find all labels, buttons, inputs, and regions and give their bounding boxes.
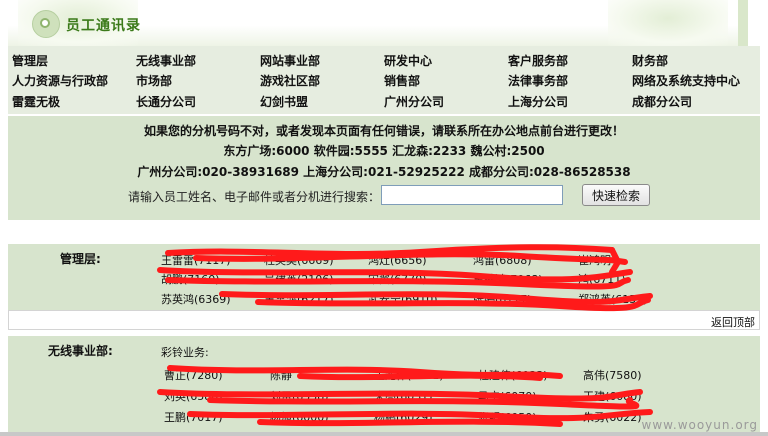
employee-directory-page: 员工通讯录 管理层 无线事业部 网站事业部 研发中心 客户服务部 财务部 人力资…	[0, 0, 768, 436]
employee-entry[interactable]: 崔鸿明	[578, 252, 611, 268]
dept-link[interactable]: 销售部	[384, 72, 420, 89]
employee-entry[interactable]: 王雷鸿(6217)	[264, 291, 334, 307]
employee-entry[interactable]: 王鹏(7017)	[164, 409, 223, 425]
dept-link[interactable]: 财务部	[632, 52, 668, 69]
employee-entry[interactable]: 高伟(7580)	[583, 367, 642, 383]
dept-link[interactable]: 市场部	[136, 72, 172, 89]
dept-link[interactable]: 雷霆无极	[12, 93, 60, 110]
dept-link[interactable]: 游戏社区部	[260, 72, 320, 89]
section-label: 无线事业部:	[48, 344, 113, 358]
employee-entry[interactable]: 杨旭(6000)	[270, 409, 329, 425]
employee-entry[interactable]: 刘英(6580)	[164, 388, 223, 404]
info-panel: 如果您的分机号码不对，或者发现本页面有任何错误，请联系所在办公地点前台进行更改！…	[8, 116, 760, 220]
employee-entry[interactable]: 杜建伟(6033)	[478, 367, 548, 383]
quick-search-button[interactable]: 快速检索	[582, 184, 650, 206]
employee-entry[interactable]: 张婷(6177)	[473, 291, 532, 307]
employee-entry[interactable]: 王雷雷(7117)	[161, 252, 231, 268]
back-to-top-link[interactable]: 返回顶部	[711, 314, 755, 330]
header-banner: 员工通讯录	[8, 0, 748, 46]
employee-entry[interactable]: 杜英奕(6669)	[264, 252, 334, 268]
employee-entry[interactable]: 鸿雷(6808)	[473, 252, 532, 268]
leaf-decoration	[608, 0, 728, 46]
department-nav: 管理层 无线事业部 网站事业部 研发中心 客户服务部 财务部 人力资源与行政部 …	[8, 46, 760, 114]
subgroup-label: 彩铃业务:	[161, 346, 209, 359]
employee-entry[interactable]: 王龙伟(7281)	[374, 367, 444, 383]
dept-link[interactable]: 网站事业部	[260, 52, 320, 69]
dept-link[interactable]: 上海分公司	[508, 93, 568, 110]
employee-entry[interactable]: 胡鹏(7160)	[161, 271, 220, 287]
dept-link[interactable]: 幻剑书盟	[260, 93, 308, 110]
banner-edge	[738, 0, 748, 46]
employee-entry[interactable]: 王鹏鸿(7068)	[473, 271, 543, 287]
dept-link[interactable]: 法律事务部	[508, 72, 568, 89]
employee-entry[interactable]: 刘雷(6558)	[270, 388, 329, 404]
branch-phones: 广州分公司:020-38931689 上海分公司:021-52925222 成都…	[137, 165, 631, 179]
employee-entry[interactable]: 朱勇(6022)	[583, 409, 642, 425]
employee-entry[interactable]: 王建(6080)	[583, 388, 642, 404]
employee-entry[interactable]: 马宁(6070)	[478, 388, 537, 404]
employee-entry[interactable]: 鸿灶(6656)	[368, 252, 427, 268]
employee-entry[interactable]: 鸿(6711)	[578, 271, 626, 287]
bottom-divider	[0, 432, 768, 436]
employee-entry[interactable]: 宋翼(6770)	[368, 271, 427, 287]
dept-link[interactable]: 研发中心	[384, 52, 432, 69]
employee-entry[interactable]: 武安宁(6910)	[368, 291, 438, 307]
search-input[interactable]	[381, 185, 563, 205]
dept-link[interactable]: 无线事业部	[136, 52, 196, 69]
section-management: 管理层: 王雷雷(7117) 杜英奕(6669) 鸿灶(6656) 鸿雷(680…	[8, 244, 760, 310]
employee-entry[interactable]: 苏英鸿(6369)	[161, 291, 231, 307]
dept-link[interactable]: 网络及系统支持中心	[632, 72, 740, 89]
employee-entry[interactable]: 曹正(7280)	[164, 367, 223, 383]
logo-icon	[32, 10, 60, 38]
office-extensions: 东方广场:6000 软件园:5555 汇龙森:2233 魏公村:2500	[223, 144, 545, 158]
watermark-text: www.wooyun.org	[641, 418, 758, 432]
page-title: 员工通讯录	[66, 18, 141, 34]
dept-link[interactable]: 成都分公司	[632, 93, 692, 110]
employee-entry[interactable]: 朱亮(6031)	[374, 388, 433, 404]
back-to-top-row: 返回顶部	[8, 310, 760, 330]
dept-link[interactable]: 人力资源与行政部	[12, 72, 108, 89]
employee-entry[interactable]: 郑鸿英(6152)	[578, 291, 648, 307]
dept-link[interactable]: 广州分公司	[384, 93, 444, 110]
search-prompt: 请输入员工姓名、电子邮件或者分机进行搜索：	[128, 190, 381, 204]
dept-link[interactable]: 客户服务部	[508, 52, 568, 69]
notice-text: 如果您的分机号码不对，或者发现本页面有任何错误，请联系所在办公地点前台进行更改！	[143, 124, 624, 138]
employee-entry[interactable]: 杨鹏(6029)	[374, 409, 433, 425]
employee-entry[interactable]: 陈静	[270, 367, 292, 383]
employee-entry[interactable]: 张明(6050)	[478, 409, 537, 425]
dept-link[interactable]: 管理层	[12, 52, 48, 69]
section-label: 管理层:	[60, 252, 101, 266]
dept-link[interactable]: 长通分公司	[136, 93, 196, 110]
employee-entry[interactable]: 吴建英(2106)	[264, 271, 334, 287]
